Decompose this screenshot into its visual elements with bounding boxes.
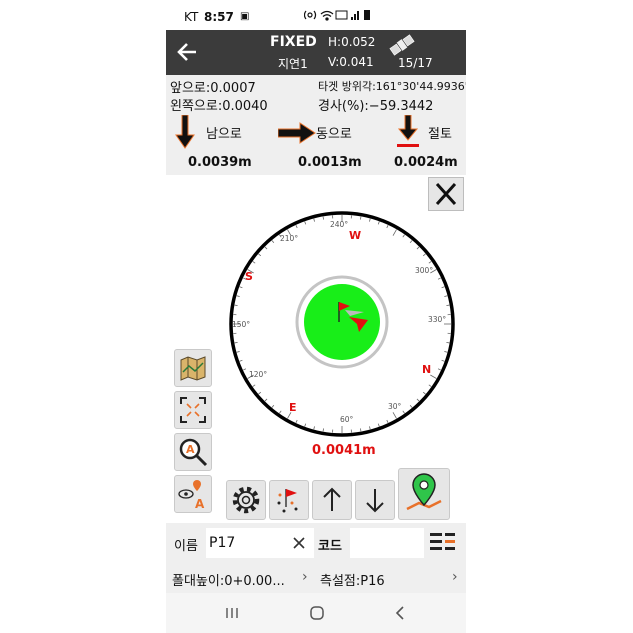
code-label: 코드	[318, 539, 342, 554]
compass-letter-w: W	[349, 229, 361, 242]
direction-value-south: 0.0039m	[188, 155, 252, 170]
compass-letter-s: S	[245, 270, 253, 283]
target-bearing: 타겟 방위각:161°30'44.9936"	[318, 80, 466, 93]
compass-tick	[360, 428, 362, 432]
eye-label-icon: A	[178, 480, 205, 511]
clock: 8:57	[204, 10, 234, 24]
system-nav-bar	[166, 593, 466, 633]
distance-to-target: 0.0041m	[312, 443, 376, 458]
compass-letter-n: N	[422, 363, 431, 376]
direction-label-south: 남으로	[206, 127, 242, 142]
back-icon[interactable]	[392, 604, 408, 622]
clear-icon[interactable]	[292, 536, 306, 550]
close-icon	[435, 182, 457, 206]
compass-letter-e: E	[289, 401, 297, 414]
direction-label-cut: 절토	[428, 127, 452, 142]
compass-tick	[322, 428, 324, 432]
name-label: 이름	[174, 539, 198, 554]
flag-points-icon	[277, 489, 298, 513]
direction-value-cut: 0.0024m	[394, 155, 458, 170]
magnifier-icon: A	[179, 438, 208, 467]
carrier: KT	[184, 10, 199, 24]
satellite-icon[interactable]	[388, 34, 416, 56]
chevron-right-icon: ›	[302, 569, 308, 585]
name-code-bar: 이름 P17 코드	[166, 523, 466, 563]
svg-text:A: A	[195, 497, 205, 511]
fit-extent-button[interactable]	[174, 391, 212, 429]
up-arrow-icon	[323, 487, 341, 511]
degree-210: 210°	[280, 234, 298, 243]
map-button[interactable]	[174, 349, 212, 387]
cut-arrow-icon	[397, 115, 419, 147]
degree-60: 60°	[340, 415, 354, 424]
svg-text:A: A	[186, 443, 195, 456]
down-arrow-icon	[366, 489, 384, 513]
stake-point-text: 측설점:P16	[320, 574, 385, 589]
slope-percent: 경사(%):−59.3442	[318, 99, 434, 114]
volte-icon	[335, 10, 348, 20]
wifi-icon	[320, 10, 334, 21]
close-button[interactable]	[428, 177, 464, 211]
status-bar: KT 8:57 ▣	[166, 0, 466, 30]
direction-value-east: 0.0013m	[298, 155, 362, 170]
find-point-button[interactable]: A	[174, 433, 212, 471]
forward-offset: 앞으로:0.0007	[170, 81, 256, 96]
name-input[interactable]: P17	[206, 528, 314, 558]
degree-120: 120°	[249, 370, 267, 379]
battery-icon	[364, 10, 370, 20]
home-icon[interactable]	[308, 604, 326, 622]
location-pin-icon	[406, 473, 442, 511]
compass-tick	[322, 216, 324, 220]
target-zone	[304, 284, 380, 360]
compass-tick	[234, 342, 238, 344]
code-input[interactable]	[350, 528, 424, 558]
fit-extent-icon	[180, 397, 206, 423]
stakeout-info-panel: 앞으로:0.0007 왼쪽으로:0.0040 타겟 방위각:161°30'44.…	[166, 75, 466, 175]
stake-point-row[interactable]: 측설점:P16 ›	[316, 563, 466, 593]
compass-tick	[446, 342, 450, 344]
fix-status: FIXED	[270, 34, 317, 50]
h-precision: H:0.052	[328, 35, 376, 49]
code-list-icon[interactable]	[428, 529, 458, 557]
east-arrow-icon	[278, 122, 316, 144]
phone-screen: KT 8:57 ▣ FIXED H:0.052 지연1 V:0.041 15/1…	[166, 0, 466, 633]
previous-point-button[interactable]	[312, 480, 352, 520]
app-bar: FIXED H:0.052 지연1 V:0.041 15/17	[166, 30, 466, 75]
degree-330: 330°	[428, 315, 446, 324]
compass-tick	[234, 304, 238, 306]
gear-icon	[232, 486, 260, 514]
status-icons	[304, 10, 370, 21]
chevron-right-icon: ›	[452, 569, 458, 585]
stakeout-point-button[interactable]	[398, 468, 450, 520]
direction-label-east: 동으로	[316, 127, 352, 142]
label-toggle-button[interactable]: A	[174, 475, 212, 513]
south-arrow-icon	[175, 115, 195, 149]
settings-button[interactable]	[226, 480, 266, 520]
left-offset: 왼쪽으로:0.0040	[170, 99, 268, 114]
next-point-button[interactable]	[355, 480, 395, 520]
pole-height-text: 폴대높이:0+0.00...	[172, 574, 285, 589]
degree-240: 240°	[330, 220, 348, 229]
pole-height-row[interactable]: 폴대높이:0+0.00... ›	[166, 563, 314, 593]
notification-icon: ▣	[240, 11, 250, 22]
compass-tick	[360, 216, 362, 220]
degree-150: 150°	[232, 320, 250, 329]
v-precision: V:0.041	[328, 55, 374, 69]
recent-apps-icon[interactable]	[224, 605, 240, 621]
satellite-count: 15/17	[398, 56, 433, 70]
hotspot-icon	[304, 10, 317, 20]
back-arrow-icon[interactable]	[176, 41, 198, 63]
degree-30: 30°	[388, 402, 402, 411]
point-info-bar: 폴대높이:0+0.00... › 측설점:P16 ›	[166, 563, 466, 593]
name-input-value: P17	[209, 535, 236, 551]
signal-icon	[351, 11, 359, 20]
point-list-button[interactable]	[269, 480, 309, 520]
compass-tick	[446, 304, 450, 306]
delay-label: 지연1	[278, 57, 308, 71]
compass: W S N E 240° 210° 300° 150° 330° 120° 30…	[229, 211, 455, 437]
degree-300: 300°	[415, 266, 433, 275]
map-icon	[180, 356, 206, 381]
